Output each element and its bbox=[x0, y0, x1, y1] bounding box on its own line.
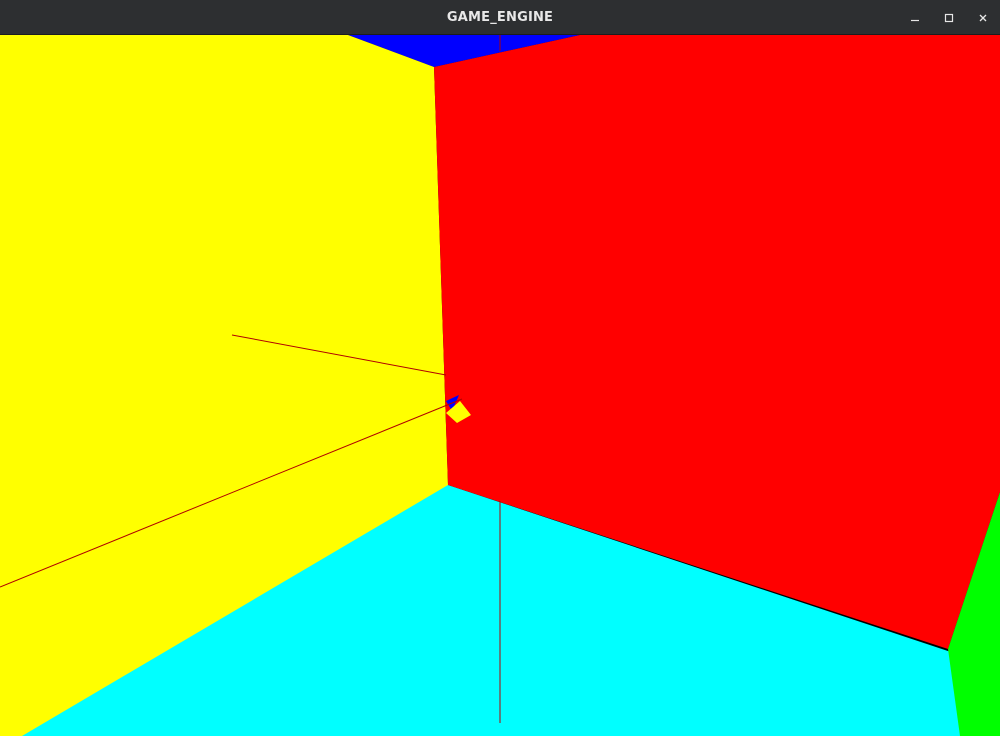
minimize-button[interactable] bbox=[898, 0, 932, 35]
app-window: GAME_ENGINE bbox=[0, 0, 1000, 736]
scene-canvas bbox=[0, 35, 1000, 736]
maximize-icon bbox=[944, 13, 954, 23]
maximize-button[interactable] bbox=[932, 0, 966, 35]
minimize-icon bbox=[910, 13, 920, 23]
title-bar[interactable]: GAME_ENGINE bbox=[0, 0, 1000, 35]
render-viewport[interactable] bbox=[0, 35, 1000, 736]
window-title: GAME_ENGINE bbox=[446, 10, 554, 25]
close-icon bbox=[978, 13, 988, 23]
window-controls bbox=[898, 0, 1000, 35]
close-button[interactable] bbox=[966, 0, 1000, 35]
